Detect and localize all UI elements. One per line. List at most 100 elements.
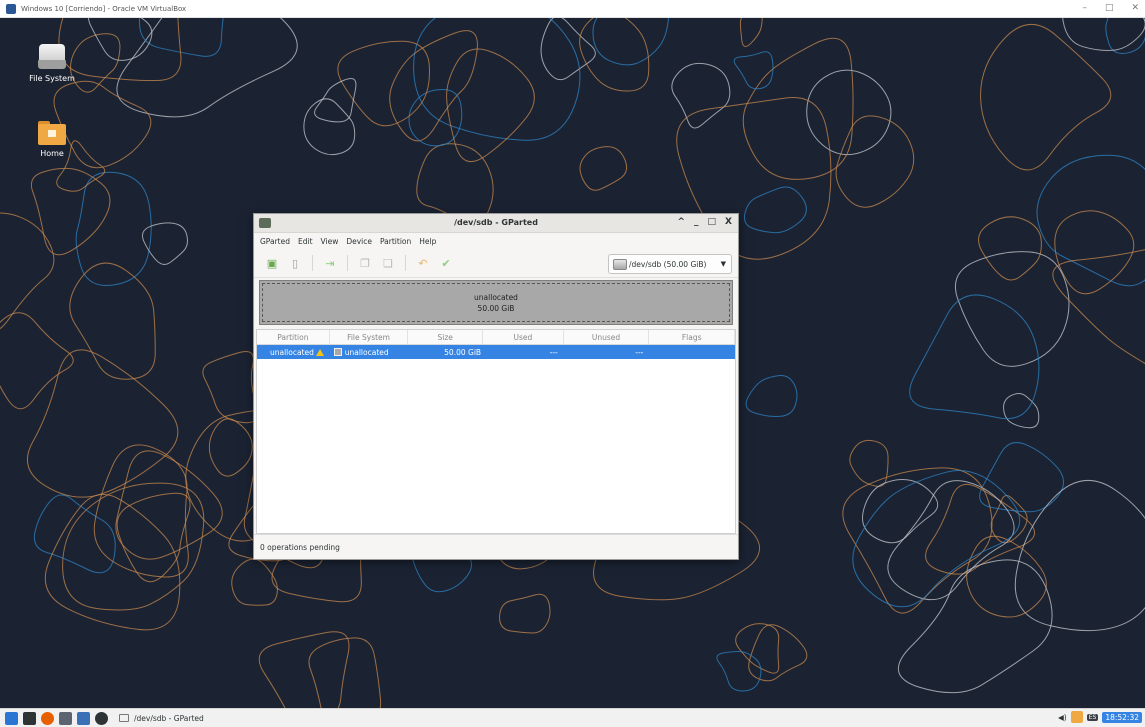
table-row[interactable]: unallocated unallocated 50.00 GiB --- --… [257,345,735,359]
start-menu-icon[interactable] [5,711,18,725]
contour-line [1062,18,1145,51]
gparted-window: /dev/sdb - GParted ^ _ □ X GParted Edit … [253,213,739,560]
toolbar-separator [347,255,348,271]
virtualbox-title-bar: Windows 10 [Corriendo] - Oracle VM Virtu… [0,0,1145,18]
clock[interactable]: 18:52:32 [1102,711,1142,723]
terminal-icon[interactable] [23,711,36,725]
notification-icon[interactable] [1070,711,1083,723]
copy-button[interactable]: ❐ [357,255,373,271]
cell-unused: --- [635,347,644,357]
column-used[interactable]: Used [483,330,564,344]
menu-edit[interactable]: Edit [298,237,313,246]
filesystem-color-swatch [333,348,342,356]
host-minimize-button[interactable]: – [1082,3,1087,13]
window-title: /dev/sdb - GParted [454,218,538,227]
minimize-button[interactable]: _ [694,217,699,227]
desktop-icon-label: Home [40,149,64,158]
host-maximize-button[interactable]: □ [1105,3,1114,13]
menu-device[interactable]: Device [346,237,372,246]
contour-line [579,18,650,92]
paste-button[interactable]: ❏ [380,255,396,271]
menu-gparted[interactable]: GParted [260,237,290,246]
contour-line [742,37,854,180]
settings-icon[interactable] [95,711,108,725]
resize-move-button[interactable]: ⇥ [322,255,338,271]
contour-line [0,212,55,330]
apply-button[interactable]: ✔ [438,255,454,271]
contour-line [835,115,915,208]
menu-bar: GParted Edit View Device Partition Help [254,233,738,249]
contour-line [26,349,179,498]
desktop-icon-home[interactable]: Home [22,121,82,158]
column-flags[interactable]: Flags [649,330,735,344]
contour-line [69,262,156,380]
device-selector[interactable]: /dev/sdb (50.00 GiB) ▼ [608,254,732,274]
cell-flags [649,345,735,359]
contour-line [806,69,892,156]
contour-line [142,222,188,265]
contour-line [909,294,1040,420]
device-selector-label: /dev/sdb (50.00 GiB) [629,259,707,269]
contour-line [33,494,116,574]
contour-line [978,216,1042,281]
host-close-button[interactable]: ✕ [1131,3,1139,13]
file-manager-icon[interactable] [59,711,72,725]
column-size[interactable]: Size [408,330,484,344]
toolbar: ▣ ▯ ⇥ ❐ ❏ ↶ ✔ /dev/sdb (50.00 GiB) ▼ [254,249,738,278]
contour-line [1052,249,1145,364]
contour-line [861,479,939,544]
disk-icon [613,258,627,270]
window-titlebar[interactable]: /dev/sdb - GParted ^ _ □ X [254,214,738,233]
taskbar: /dev/sdb - GParted ◀) ES 18:52:32 [0,708,1145,727]
firefox-icon[interactable] [41,711,54,725]
host-window-controls: – □ ✕ [1082,3,1139,13]
contour-line [139,18,224,57]
maximize-button[interactable]: □ [708,217,717,227]
contour-line [208,418,253,477]
column-partition[interactable]: Partition [257,330,330,344]
menu-partition[interactable]: Partition [380,237,411,246]
contour-line [0,312,74,410]
window-controls: ^ _ □ X [677,217,732,227]
shade-button[interactable]: ^ [677,217,685,227]
new-partition-button[interactable]: ▣ [264,255,280,271]
disk-graph[interactable]: unallocated 50.00 GiB [259,280,733,325]
cell-used: --- [549,347,558,357]
system-tray: ◀) ES 18:52:32 [1058,711,1142,723]
contour-line [745,374,798,417]
volume-icon[interactable]: ◀) [1058,713,1067,722]
contour-line [303,98,356,156]
desktop-icon-file-system[interactable]: File System [22,44,82,83]
contour-line [93,444,189,578]
column-unused[interactable]: Unused [564,330,650,344]
delete-partition-button[interactable]: ▯ [287,255,303,271]
contour-line [980,23,1112,171]
contour-line [990,495,1028,544]
undo-button[interactable]: ↶ [415,255,431,271]
text-editor-icon[interactable] [77,711,90,725]
taskbar-item-gparted[interactable]: /dev/sdb - GParted [115,711,208,726]
close-button[interactable]: X [725,217,732,227]
keyboard-layout-indicator[interactable]: ES [1086,713,1099,721]
contour-line [116,18,298,118]
disk-graph-segment-unallocated[interactable]: unallocated 50.00 GiB [262,283,730,322]
contour-line [62,482,205,611]
table-header: Partition File System Size Used Unused F… [257,330,735,345]
contour-line [849,439,889,487]
partition-name: unallocated [270,347,314,357]
contour-line [1036,154,1145,287]
window-icon [119,714,129,722]
home-folder-icon [38,121,66,145]
contour-line [579,146,628,191]
pending-operations-label: 0 operations pending [260,542,340,552]
status-bar: 0 operations pending [254,534,738,559]
contour-line [258,631,350,708]
virtualbox-title: Windows 10 [Corriendo] - Oracle VM Virtu… [21,4,187,13]
contour-line [897,559,1053,694]
contour-line [739,18,763,47]
column-file-system[interactable]: File System [330,330,409,344]
menu-view[interactable]: View [321,237,339,246]
contour-line [733,51,774,90]
cell-size: 50.00 GiB [444,347,482,357]
menu-help[interactable]: Help [419,237,436,246]
